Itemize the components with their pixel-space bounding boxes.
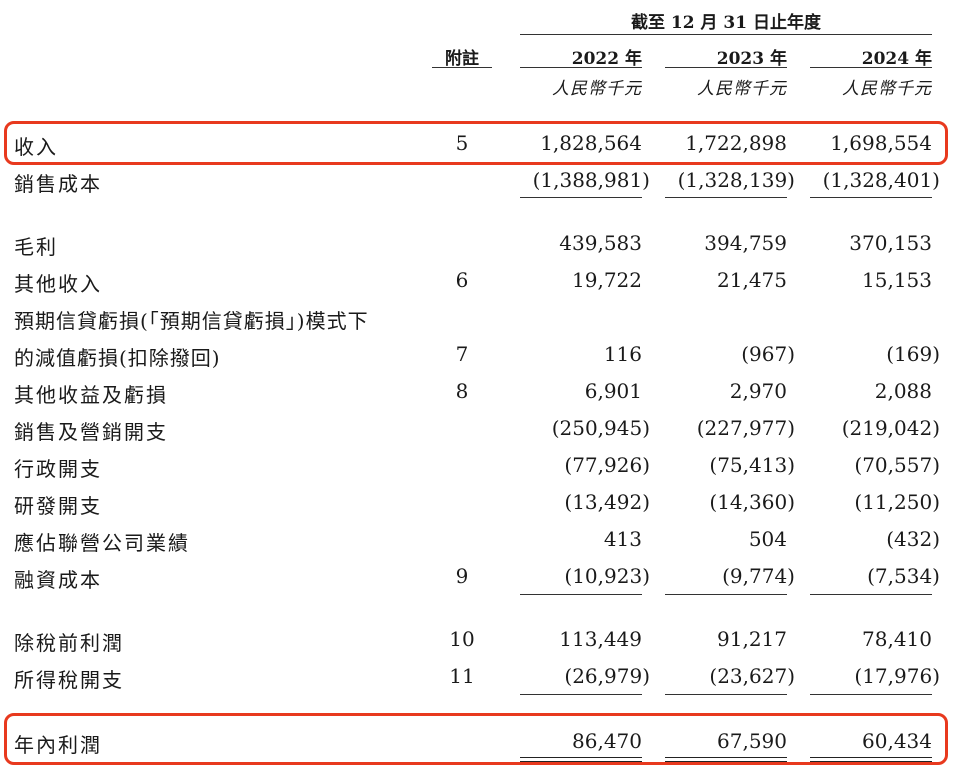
row-value-cost-of-sales-2024: (1,328,401) (822, 168, 940, 192)
row-value-administrative-2024: (70,557) (854, 453, 940, 477)
row-label-cost-of-sales: 銷售成本 (14, 172, 102, 196)
row-value-profit-before-tax-2023: 91,217 (717, 627, 787, 651)
row-value-profit-for-year-2024: 60,434 (862, 729, 932, 753)
row-value-share-of-associates-2024: (432) (886, 527, 940, 551)
row-value-research-development-2022: (13,492) (564, 490, 650, 514)
row-value-other-gains-losses-2024: 2,088 (874, 379, 932, 403)
row-label-finance-costs: 融資成本 (14, 568, 102, 592)
row-label-income-tax: 所得稅開支 (14, 668, 124, 692)
subtotal-rule-2023 (665, 197, 787, 198)
row-label-research-development: 研發開支 (14, 494, 102, 518)
row-value-other-gains-losses-2022: 6,901 (584, 379, 642, 403)
row-value-research-development-2024: (11,250) (854, 490, 940, 514)
year-header-2022: 2022 年 (571, 49, 642, 69)
row-value-other-income-2023: 21,475 (717, 268, 787, 292)
row-value-research-development-2023: (14,360) (709, 490, 795, 514)
row-value-revenue-2023: 1,722,898 (685, 131, 787, 155)
subtotal-rule-2022 (520, 197, 642, 198)
row-value-profit-before-tax-2024: 78,410 (862, 627, 932, 651)
row-value-revenue-2024: 1,698,554 (830, 131, 932, 155)
subtotal-rule-2024 (810, 197, 932, 198)
row-value-administrative-2022: (77,926) (564, 453, 650, 477)
note-column-header: 附註 (445, 49, 479, 69)
pre-tax-rule-2022 (520, 594, 642, 595)
unit-label-2023: 人民幣千元 (697, 79, 787, 99)
total-double-rule-2024 (810, 757, 932, 762)
row-label-other-income: 其他收入 (14, 272, 102, 296)
profit-rule-2023 (665, 694, 787, 695)
row-label-administrative: 行政開支 (14, 457, 102, 481)
year-header-2023: 2023 年 (716, 49, 787, 69)
row-value-other-income-2024: 15,153 (862, 268, 932, 292)
row-value-finance-costs-2023: (9,774) (722, 564, 795, 588)
pre-tax-rule-2024 (810, 594, 932, 595)
row-value-revenue-2022: 1,828,564 (540, 131, 642, 155)
row-value-administrative-2023: (75,413) (709, 453, 795, 477)
row-value-other-gains-losses-2023: 2,970 (729, 379, 787, 403)
total-double-rule-2022 (520, 757, 642, 762)
row-value-finance-costs-2022: (10,923) (564, 564, 650, 588)
row-note-finance-costs: 9 (455, 564, 469, 588)
row-note-profit-before-tax: 10 (449, 627, 475, 651)
row-label-profit-for-year: 年內利潤 (14, 733, 102, 757)
row-label-ecl-line1: 預期信貸虧損(「預期信貸虧損」)模式下 (14, 309, 369, 333)
row-value-gross-profit-2022: 439,583 (559, 231, 642, 255)
row-value-income-tax-2022: (26,979) (564, 664, 650, 688)
row-value-profit-for-year-2023: 67,590 (717, 729, 787, 753)
row-value-income-tax-2024: (17,976) (854, 664, 940, 688)
year-header-2024: 2024 年 (861, 49, 932, 69)
row-label-selling-marketing: 銷售及營銷開支 (14, 420, 168, 444)
row-label-gross-profit: 毛利 (14, 235, 58, 259)
row-value-selling-marketing-2023: (227,977) (696, 416, 795, 440)
row-value-selling-marketing-2024: (219,042) (841, 416, 940, 440)
row-label-ecl-impairment: 的減值虧損(扣除撥回) (14, 346, 221, 370)
pre-tax-rule-2023 (665, 594, 787, 595)
profit-rule-2022 (520, 694, 642, 695)
row-value-finance-costs-2024: (7,534) (867, 564, 940, 588)
row-label-share-of-associates: 應佔聯營公司業績 (14, 531, 190, 555)
year-underline-2024 (810, 67, 932, 68)
row-value-other-income-2022: 19,722 (572, 268, 642, 292)
unit-label-2022: 人民幣千元 (552, 79, 642, 99)
row-value-cost-of-sales-2023: (1,328,139) (677, 168, 795, 192)
note-header-underline (432, 67, 492, 68)
row-note-income-tax: 11 (449, 664, 475, 688)
row-value-profit-before-tax-2022: 113,449 (559, 627, 642, 651)
row-note-other-income: 6 (455, 268, 469, 292)
row-value-income-tax-2023: (23,627) (709, 664, 795, 688)
year-underline-2022 (520, 67, 642, 68)
row-note-ecl-impairment: 7 (455, 342, 469, 366)
row-value-selling-marketing-2022: (250,945) (551, 416, 650, 440)
row-value-share-of-associates-2023: 504 (748, 527, 787, 551)
row-label-revenue: 收入 (14, 135, 58, 159)
row-value-gross-profit-2023: 394,759 (704, 231, 787, 255)
row-note-other-gains-losses: 8 (455, 379, 469, 403)
row-value-ecl-impairment-2023: (967) (741, 342, 795, 366)
profit-rule-2024 (810, 694, 932, 695)
row-value-profit-for-year-2022: 86,470 (572, 729, 642, 753)
row-label-profit-before-tax: 除稅前利潤 (14, 631, 124, 655)
profit-highlight-box (4, 713, 948, 765)
row-value-share-of-associates-2022: 413 (603, 527, 642, 551)
row-value-ecl-impairment-2022: 116 (603, 342, 642, 366)
row-value-cost-of-sales-2022: (1,388,981) (532, 168, 650, 192)
period-header: 截至 12 月 31 日止年度 (631, 13, 821, 33)
row-value-ecl-impairment-2024: (169) (886, 342, 940, 366)
row-note-revenue: 5 (455, 131, 469, 155)
row-label-other-gains-losses: 其他收益及虧損 (14, 383, 168, 407)
row-value-gross-profit-2024: 370,153 (849, 231, 932, 255)
total-double-rule-2023 (665, 757, 787, 762)
year-underline-2023 (665, 67, 787, 68)
unit-label-2024: 人民幣千元 (842, 79, 932, 99)
period-underline (520, 34, 932, 35)
